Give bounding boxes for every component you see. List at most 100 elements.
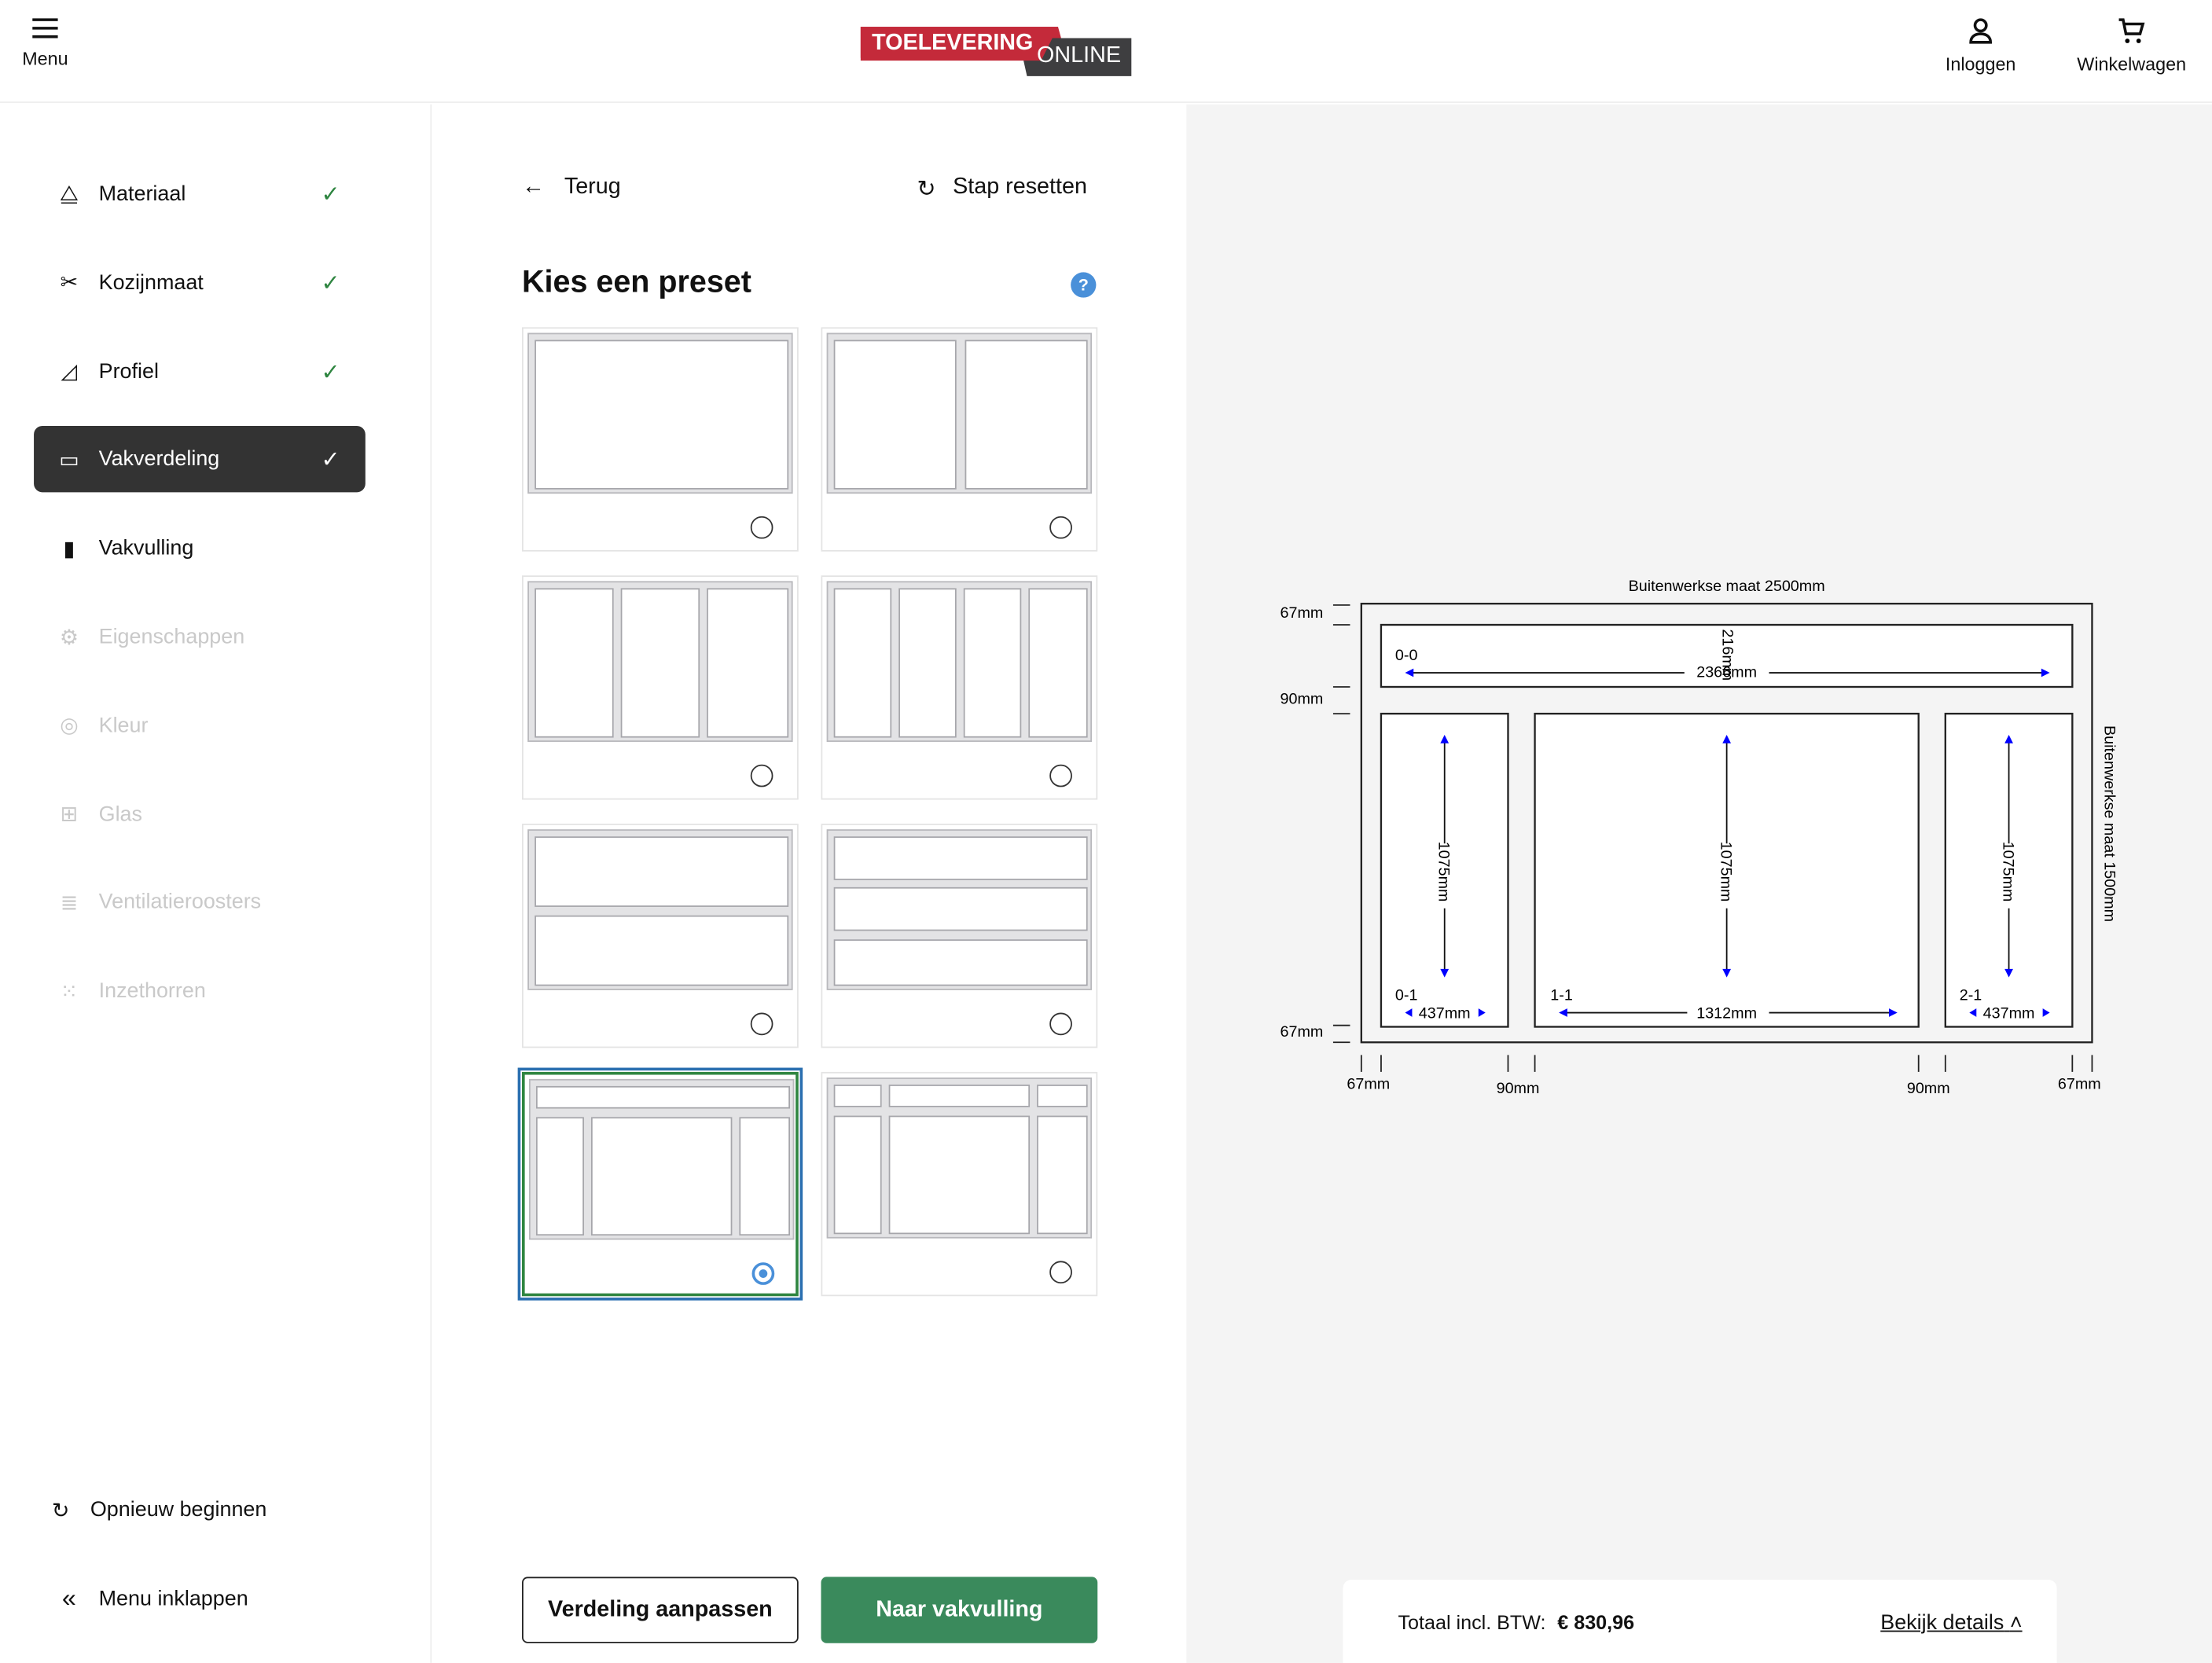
total-value: € 830,96 xyxy=(1557,1610,1634,1633)
preset-card-single[interactable] xyxy=(522,327,799,551)
price-bar: Totaal incl. BTW: € 830,96 Bekijk detail… xyxy=(1343,1580,2056,1663)
svg-text:0-1: 0-1 xyxy=(1395,986,1418,1004)
arrow-left-icon: ← xyxy=(522,175,545,200)
details-label: Bekijk details xyxy=(1880,1610,2004,1635)
frame-preview: Buitenwerkse maat 2500mm Buitenwerkse ma… xyxy=(1186,105,2212,1663)
svg-text:67mm: 67mm xyxy=(2058,1075,2101,1092)
preset-thumbnail xyxy=(827,333,1092,494)
cart-icon xyxy=(2118,17,2146,46)
step-label: Kozijnmaat xyxy=(99,270,204,295)
preset-thumbnail xyxy=(529,1079,794,1240)
help-icon[interactable]: ? xyxy=(1071,272,1096,297)
preset-radio[interactable] xyxy=(1049,765,1072,787)
step-label: Materiaal xyxy=(99,182,186,207)
dots-grid-icon: ⁙ xyxy=(57,978,82,1004)
hamburger-icon xyxy=(31,17,59,40)
preset-panel: ←Terug ↻Stap resetten Kies een preset ? … xyxy=(433,105,1185,1663)
preset-card-three-rows[interactable] xyxy=(821,824,1097,1048)
logo-text-bottom: ONLINE xyxy=(1037,44,1121,69)
user-icon xyxy=(1968,17,1993,46)
step-label: Inzethorren xyxy=(99,979,206,1004)
preset-radio[interactable] xyxy=(751,1013,773,1036)
check-icon: ✓ xyxy=(321,358,340,386)
preset-radio[interactable] xyxy=(751,516,773,539)
total-label: Totaal incl. BTW: xyxy=(1398,1610,1545,1633)
cart-label: Winkelwagen xyxy=(2077,53,2186,75)
profile-icon: ◿ xyxy=(57,358,82,384)
shapes-icon: ⧋ xyxy=(57,182,82,207)
adjust-division-button[interactable]: Verdeling aanpassen xyxy=(522,1577,799,1643)
preset-radio[interactable] xyxy=(1049,516,1072,539)
height-label: Buitenwerkse maat 1500mm xyxy=(2101,725,2118,922)
login-label: Inloggen xyxy=(1946,53,2016,75)
reset-step-button[interactable]: ↻ Stap resetten xyxy=(917,175,1087,204)
vent-icon: ≣ xyxy=(57,890,82,915)
sidebar-step-kozijnmaat[interactable]: ✂ Kozijnmaat ✓ xyxy=(34,249,366,315)
next-step-button[interactable]: Naar vakvulling xyxy=(821,1577,1097,1643)
view-details-link[interactable]: Bekijk details ˄ xyxy=(1880,1610,2022,1635)
menu-label: Menu xyxy=(22,48,68,69)
width-label: Buitenwerkse maat 2500mm xyxy=(1629,578,1825,595)
back-label: Terug xyxy=(564,175,621,200)
refresh-icon: ↻ xyxy=(917,175,936,204)
ruler-pencil-icon: ✂ xyxy=(57,270,82,295)
step-label: Glas xyxy=(99,802,142,826)
preset-radio[interactable] xyxy=(751,765,773,787)
svg-text:67mm: 67mm xyxy=(1281,604,1324,622)
step-label: Profiel xyxy=(99,359,159,384)
svg-text:90mm: 90mm xyxy=(1907,1080,1950,1097)
check-icon: ✓ xyxy=(321,269,340,297)
sidebar-step-vakverdeling[interactable]: ▭Vakverdeling✓ xyxy=(34,427,366,493)
preset-card-two-columns[interactable] xyxy=(821,327,1097,551)
sidebar-step-ventilatieroosters: ≣ Ventilatieroosters xyxy=(34,869,366,935)
reset-label: Stap resetten xyxy=(953,175,1087,204)
logo[interactable]: TOELEVERING ONLINE xyxy=(861,24,1134,78)
chevron-up-icon: ˄ xyxy=(2010,1610,2023,1635)
sidebar-step-eigenschappen: ⚙ Eigenschappen xyxy=(34,604,366,670)
svg-text:437mm: 437mm xyxy=(1983,1005,2035,1022)
page-title: Kies een preset xyxy=(522,264,751,301)
restart-button[interactable]: ↻Opnieuw beginnen xyxy=(25,1477,357,1543)
preset-card-top-bar-three-columns[interactable] xyxy=(522,1072,799,1296)
login-button[interactable]: Inloggen xyxy=(1938,17,2023,75)
preset-card-four-columns[interactable] xyxy=(821,575,1097,799)
step-label: Kleur xyxy=(99,714,149,738)
preset-thumbnail xyxy=(527,581,792,742)
collapse-label: Menu inklappen xyxy=(99,1587,248,1611)
preset-card-three-columns[interactable] xyxy=(522,575,799,799)
svg-text:1075mm: 1075mm xyxy=(1999,842,2016,902)
layout-icon: ▭ xyxy=(57,447,82,472)
sidebar-step-materiaal[interactable]: ⧋ Materiaal ✓ xyxy=(34,161,366,227)
svg-text:0-0: 0-0 xyxy=(1395,647,1418,664)
preset-card-two-rows[interactable] xyxy=(522,824,799,1048)
cart-button[interactable]: Winkelwagen xyxy=(2068,17,2195,75)
palette-icon: ◎ xyxy=(57,713,82,738)
preset-radio[interactable] xyxy=(752,1262,775,1285)
menu-button[interactable]: Menu xyxy=(20,17,71,69)
svg-text:1312mm: 1312mm xyxy=(1696,1005,1757,1022)
check-icon: ✓ xyxy=(321,181,340,209)
preset-thumbnail xyxy=(527,829,792,990)
grid-icon: ⊞ xyxy=(57,802,82,827)
sidebar-step-profiel[interactable]: ◿ Profiel ✓ xyxy=(34,338,366,404)
preset-radio[interactable] xyxy=(1049,1261,1072,1283)
preset-card-three-top-three-columns[interactable] xyxy=(821,1072,1097,1296)
svg-text:1075mm: 1075mm xyxy=(1435,842,1453,902)
step-label: Eigenschappen xyxy=(99,625,245,649)
sidebar-step-vakvulling[interactable]: ▮Vakvulling xyxy=(34,515,366,581)
step-label: Vakverdeling xyxy=(99,448,220,472)
preset-thumbnail xyxy=(827,1077,1092,1239)
collapse-menu-button[interactable]: «Menu inklappen xyxy=(34,1566,366,1632)
preset-radio[interactable] xyxy=(1049,1013,1072,1036)
svg-text:67mm: 67mm xyxy=(1347,1075,1390,1092)
step-label: Ventilatieroosters xyxy=(99,890,262,915)
frame-drawing: Buitenwerkse maat 2500mm Buitenwerkse ma… xyxy=(1186,105,2212,1177)
sidebar-step-kleur: ◎ Kleur xyxy=(34,692,366,758)
back-button[interactable]: ← Terug xyxy=(522,175,621,200)
preset-thumbnail xyxy=(527,333,792,494)
sidebar-step-glas: ⊞ Glas xyxy=(34,781,366,847)
restart-label: Opnieuw beginnen xyxy=(90,1498,267,1522)
gear-icon: ⚙ xyxy=(57,624,82,649)
fill-icon: ▮ xyxy=(57,535,82,560)
svg-text:1075mm: 1075mm xyxy=(1717,842,1734,902)
